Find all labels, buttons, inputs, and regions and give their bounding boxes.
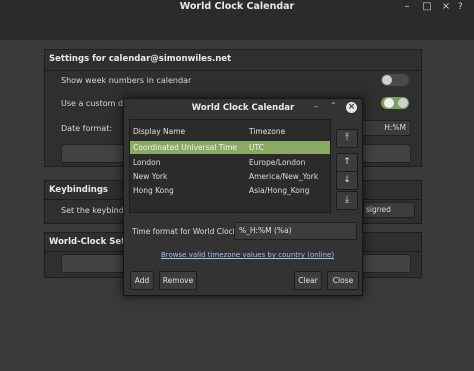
date-format-label: Date format: [61,124,113,133]
date-format-value: H:%M [384,123,406,132]
minimize-icon[interactable]: – [402,2,412,12]
table-row[interactable]: Hong Kong Asia/Hong_Kong [130,184,330,197]
row-timezone: Europe/London [249,158,306,167]
move-bottom-button[interactable]: ⤓ [336,191,358,210]
move-top-icon: ⤒ [345,133,349,143]
column-timezone[interactable]: Timezone [249,127,285,136]
divider [45,70,421,71]
arrow-up-icon: ↑ [343,157,351,167]
week-numbers-label: Show week numbers in calendar [61,76,192,85]
row-name: Hong Kong [133,186,174,195]
timezone-table: Display Name Timezone Coordinated Univer… [129,119,331,213]
custom-date-toggle[interactable] [381,97,409,109]
add-button[interactable]: Add [130,271,154,290]
main-titlebar: World Clock Calendar – □ × ? [0,0,474,40]
minimize-icon[interactable]: – [314,102,318,111]
row-timezone: UTC [249,143,264,152]
move-top-button[interactable]: ⤒ [336,129,358,148]
table-row[interactable]: New York America/New_York [130,170,330,183]
row-timezone: Asia/Hong_Kong [249,186,310,195]
row-name: London [133,158,161,167]
keybinding-field[interactable]: signed [363,202,415,218]
arrow-down-icon: ↓ [343,175,351,185]
settings-section-title: Settings for calendar@simonwiles.net [49,54,232,64]
row-timezone: America/New_York [249,172,319,181]
close-button[interactable]: Close [327,271,359,290]
week-numbers-toggle[interactable] [381,74,409,86]
world-clock-dialog: World Clock Calendar – ⌃ × Display Name … [123,98,363,296]
move-bottom-icon: ⤓ [345,195,349,205]
time-format-label: Time format for World Clocks [132,227,242,236]
browse-timezones-link[interactable]: Browse valid timezone values by country … [161,251,334,259]
row-name: Coordinated Universal Time [133,143,238,152]
maximize-icon[interactable]: ⌃ [330,101,337,110]
help-icon[interactable]: ? [458,2,463,12]
remove-button[interactable]: Remove [159,271,197,290]
toggle-knob [382,75,392,85]
table-row[interactable]: Coordinated Universal Time UTC [130,141,330,154]
move-up-button[interactable]: ↑ [336,153,358,172]
time-format-value: %_H:%M (%a) [239,226,292,235]
dialog-title: World Clock Calendar [191,103,295,113]
time-format-input[interactable]: %_H:%M (%a) [234,222,357,240]
maximize-icon[interactable]: □ [422,2,432,12]
check-icon [384,98,394,108]
move-down-button[interactable]: ↓ [336,171,358,190]
keybindings-title: Keybindings [49,185,108,195]
column-display-name[interactable]: Display Name [133,127,185,136]
row-name: New York [133,172,168,181]
clear-button[interactable]: Clear [294,271,322,290]
close-icon[interactable]: × [440,2,452,14]
close-icon[interactable]: × [346,102,357,113]
table-row[interactable]: London Europe/London [130,156,330,169]
keybinding-value: signed [366,205,391,214]
toggle-knob [398,98,408,108]
